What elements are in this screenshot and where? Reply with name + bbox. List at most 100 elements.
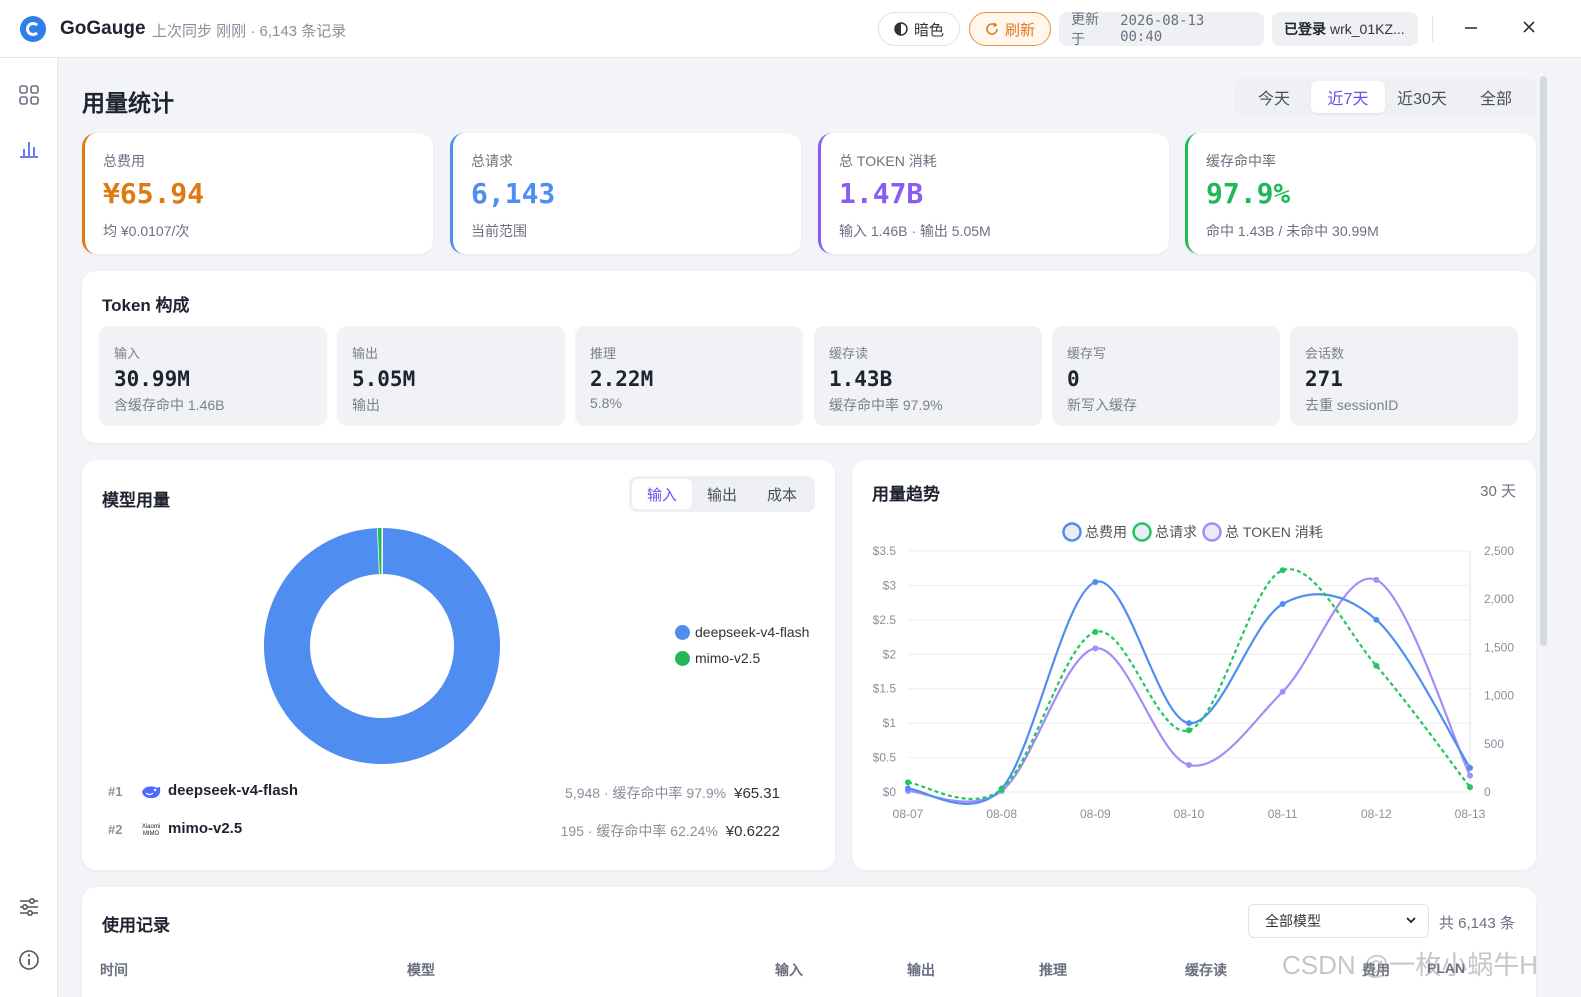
refresh-label: 刷新	[1004, 21, 1035, 39]
range-tab-today[interactable]: 今天	[1237, 81, 1311, 113]
app-logo-icon	[20, 16, 46, 42]
stat-label: 缓存命中率	[1206, 153, 1276, 169]
token-sub: 缓存命中率 97.9%	[829, 397, 943, 413]
chevron-down-icon	[1406, 917, 1416, 924]
y-left-tick-label: $3.5	[873, 544, 897, 558]
series-point[interactable]	[1279, 567, 1286, 574]
y-left-tick-label: $1	[883, 716, 897, 730]
model-meta-text: 5,948 · 缓存命中率 97.9%	[565, 785, 727, 801]
dashboard-grid-icon[interactable]	[18, 84, 40, 106]
close-icon[interactable]	[1518, 18, 1540, 40]
series-point[interactable]	[1467, 772, 1473, 779]
rank-number: #2	[108, 822, 123, 837]
legend-swatch[interactable]	[1202, 522, 1222, 542]
user-pill[interactable]: 已登录 wrk_01KZ...	[1272, 12, 1418, 46]
model-meta: 195 · 缓存命中率 62.24% ¥0.6222	[561, 821, 780, 841]
sliders-icon[interactable]	[18, 896, 40, 918]
xiaomi-mimo-logo-icon: Xiaomi MIMO	[140, 824, 162, 844]
series-point[interactable]	[1092, 645, 1099, 652]
series-point[interactable]	[1092, 628, 1099, 635]
column-header[interactable]: 推理	[1039, 960, 1067, 980]
column-header[interactable]: 输入	[775, 960, 803, 980]
dark-mode-button[interactable]: 暗色	[878, 12, 960, 46]
series-line	[907, 577, 1471, 803]
model-rank-row[interactable]: #1 deepseek-v4-flash 5,948 · 缓存命中率 97.9%…	[108, 780, 808, 804]
minimize-icon[interactable]	[1460, 18, 1482, 40]
y-left-tick-label: $3	[883, 578, 897, 592]
app-name: GoGauge	[60, 18, 146, 39]
series-point[interactable]	[1279, 688, 1286, 695]
legend-item-deepseek[interactable]: deepseek-v4-flash	[675, 624, 809, 640]
token-box-input: 输入 30.99M 含缓存命中 1.46B	[99, 326, 327, 426]
column-header[interactable]: 输出	[907, 960, 935, 980]
sidebar	[0, 58, 58, 997]
legend-item-mimo[interactable]: mimo-v2.5	[675, 650, 760, 666]
login-label: 已登录	[1284, 21, 1326, 37]
x-tick-label: 08-10	[1174, 807, 1205, 821]
token-sub: 输出	[352, 397, 380, 413]
sync-info: 上次同步 刚刚 · 6,143 条记录	[152, 23, 347, 40]
bar-chart-icon[interactable]	[18, 138, 40, 160]
column-header[interactable]: 模型	[407, 960, 435, 980]
model-cost: ¥0.6222	[725, 823, 780, 840]
stat-label: 总费用	[103, 153, 145, 169]
series-point[interactable]	[1467, 764, 1473, 771]
legend-label: deepseek-v4-flash	[695, 624, 810, 640]
updated-prefix: 更新于	[1071, 11, 1099, 47]
series-point[interactable]	[1186, 720, 1192, 727]
stat-label: 总 TOKEN 消耗	[839, 153, 937, 169]
stat-value: 6,143	[471, 177, 556, 210]
series-point[interactable]	[1186, 762, 1192, 769]
legend-swatch[interactable]	[1062, 522, 1082, 542]
token-value: 1.43B	[829, 367, 893, 391]
y-right-tick-label: 1,500	[1484, 640, 1514, 654]
stat-value: 97.9%	[1206, 177, 1291, 210]
donut-slice-deepseek[interactable]	[264, 528, 500, 764]
stat-card-total-requests: 总请求 6,143 当前范围	[450, 133, 801, 254]
model-rank-row[interactable]: #2 Xiaomi MIMO mimo-v2.5 195 · 缓存命中率 62.2…	[108, 818, 808, 842]
x-tick-label: 08-11	[1268, 807, 1298, 821]
token-box-cache-read: 缓存读 1.43B 缓存命中率 97.9%	[814, 326, 1042, 426]
series-line	[907, 580, 1471, 805]
series-point[interactable]	[1279, 601, 1286, 608]
series-point[interactable]	[998, 786, 1005, 793]
series-point[interactable]	[1467, 784, 1473, 791]
y-right-tick-label: 0	[1484, 785, 1491, 799]
series-point[interactable]	[905, 779, 911, 786]
model-meta: 5,948 · 缓存命中率 97.9% ¥65.31	[565, 783, 780, 803]
token-sub: 新写入缓存	[1067, 397, 1137, 413]
deepseek-whale-icon	[142, 786, 161, 799]
column-header[interactable]: 时间	[100, 960, 128, 980]
updated-time-pill: 更新于 2026-08-13 00:40	[1059, 11, 1264, 47]
series-point[interactable]	[1373, 576, 1380, 583]
token-sub: 5.8%	[590, 395, 622, 411]
page-scrollbar[interactable]	[1540, 76, 1547, 646]
refresh-button[interactable]: 刷新	[969, 12, 1051, 46]
column-header[interactable]: 缓存读	[1185, 960, 1227, 980]
stat-sub: 输入 1.46B · 输出 5.05M	[839, 223, 991, 239]
range-tab-7d[interactable]: 近7天	[1311, 81, 1385, 113]
stat-label: 总请求	[471, 153, 513, 169]
range-tab-all[interactable]: 全部	[1459, 81, 1533, 113]
x-tick-label: 08-07	[893, 807, 924, 821]
records-total: 共 6,143 条	[1439, 915, 1515, 932]
model-meta-text: 195 · 缓存命中率 62.24%	[560, 823, 718, 839]
series-point[interactable]	[1092, 578, 1099, 585]
range-tab-30d[interactable]: 近30天	[1385, 81, 1459, 113]
token-label: 输出	[352, 346, 379, 361]
model-usage-card: 模型用量 输入 输出 成本 deepseek-v4-flash mimo-v2.…	[82, 460, 835, 870]
legend-label[interactable]: 总请求	[1155, 524, 1197, 540]
series-point[interactable]	[1373, 616, 1380, 623]
legend-swatch[interactable]	[1132, 522, 1152, 542]
series-point[interactable]	[1186, 727, 1192, 734]
model-name: deepseek-v4-flash	[168, 782, 299, 799]
y-right-tick-label: 500	[1484, 737, 1504, 751]
legend-label[interactable]: 总费用	[1085, 524, 1127, 540]
series-point[interactable]	[1373, 662, 1380, 669]
section-title: Token 构成	[102, 296, 190, 315]
series-point[interactable]	[905, 785, 911, 792]
stat-value: ¥65.94	[103, 177, 205, 210]
model-filter-select[interactable]: 全部模型	[1248, 904, 1429, 938]
legend-label[interactable]: 总 TOKEN 消耗	[1225, 524, 1323, 540]
info-icon[interactable]	[18, 949, 40, 971]
